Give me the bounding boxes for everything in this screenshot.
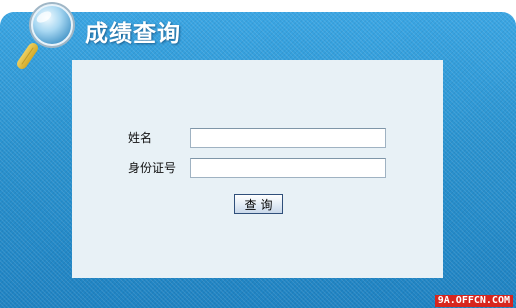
id-number-input[interactable]	[190, 158, 386, 178]
id-number-row: 身份证号	[72, 157, 443, 179]
id-number-label: 身份证号	[128, 161, 177, 175]
name-label: 姓名	[128, 131, 153, 145]
site-watermark: 9A.OFFCN.COM	[434, 295, 513, 307]
name-row: 姓名	[72, 127, 443, 149]
page-title: 成绩查询	[85, 21, 181, 47]
query-button[interactable]: 查询	[234, 194, 283, 214]
query-form: 姓名 身份证号 查询	[72, 60, 443, 278]
name-input[interactable]	[190, 128, 386, 148]
